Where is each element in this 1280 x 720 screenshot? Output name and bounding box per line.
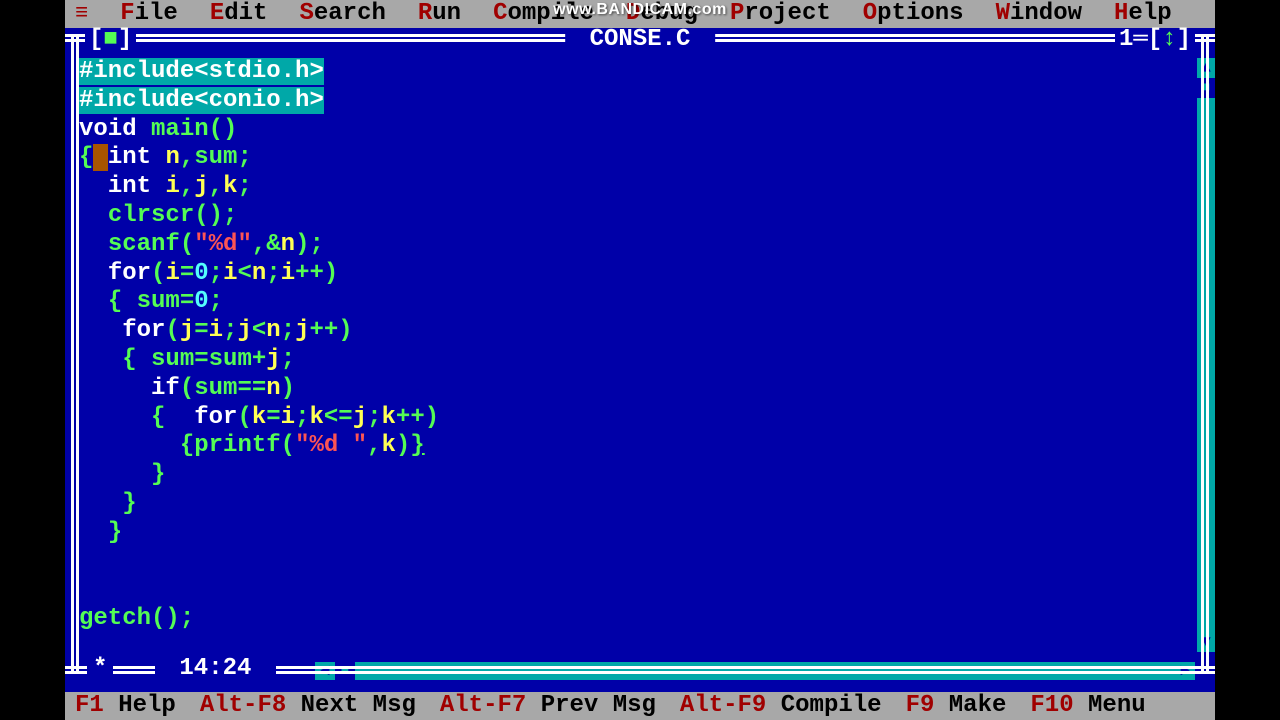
scroll-down-icon[interactable]: ▼ [1197, 632, 1215, 652]
scroll-left-icon[interactable]: ◄ [315, 662, 335, 680]
menu-options[interactable]: Options [863, 2, 964, 26]
editor-window: #include<stdio.h>#include<conio.h>void m… [65, 28, 1215, 692]
horizontal-scrollbar[interactable]: ◄ ■ ► [315, 662, 1195, 680]
menu-help[interactable]: Help [1114, 2, 1172, 26]
menu-run[interactable]: Run [418, 2, 461, 26]
menu-file[interactable]: File [120, 2, 178, 26]
window-close-button[interactable]: [■] [85, 28, 136, 52]
menu-project[interactable]: Project [730, 2, 831, 26]
status-prev-msg[interactable]: Alt-F7 Prev Msg [440, 694, 656, 718]
scroll-up-icon[interactable]: ▲ [1197, 58, 1215, 78]
scroll-right-icon[interactable]: ► [1175, 662, 1195, 680]
code-area[interactable]: #include<stdio.h>#include<conio.h>void m… [79, 58, 1195, 652]
vertical-scroll-thumb[interactable]: ■ [1197, 78, 1215, 98]
menu-edit[interactable]: Edit [210, 2, 268, 26]
status-compile[interactable]: Alt-F9 Compile [680, 694, 882, 718]
vertical-scrollbar[interactable]: ▲ ■ ▼ [1197, 58, 1215, 652]
status-make[interactable]: F9 Make [906, 694, 1007, 718]
ide-window: ≡ File Edit Search Run Compile Debug Pro… [65, 0, 1215, 720]
menu-search[interactable]: Search [299, 2, 385, 26]
window-title: CONSE.C [565, 28, 715, 52]
watermark: www.BANDICAM.com [553, 2, 727, 18]
modified-indicator: * [87, 657, 113, 681]
menu-window[interactable]: Window [996, 2, 1082, 26]
cursor-position: 14:24 [155, 657, 276, 681]
status-next-msg[interactable]: Alt-F8 Next Msg [200, 694, 416, 718]
horizontal-scroll-thumb[interactable]: ■ [335, 662, 355, 680]
status-bar: F1 Help Alt-F8 Next Msg Alt-F7 Prev Msg … [65, 692, 1215, 720]
status-menu[interactable]: F10 Menu [1030, 694, 1145, 718]
system-menu-icon[interactable]: ≡ [75, 3, 88, 25]
status-help[interactable]: F1 Help [75, 694, 176, 718]
window-number-zoom[interactable]: 1═[↕] [1115, 28, 1195, 52]
